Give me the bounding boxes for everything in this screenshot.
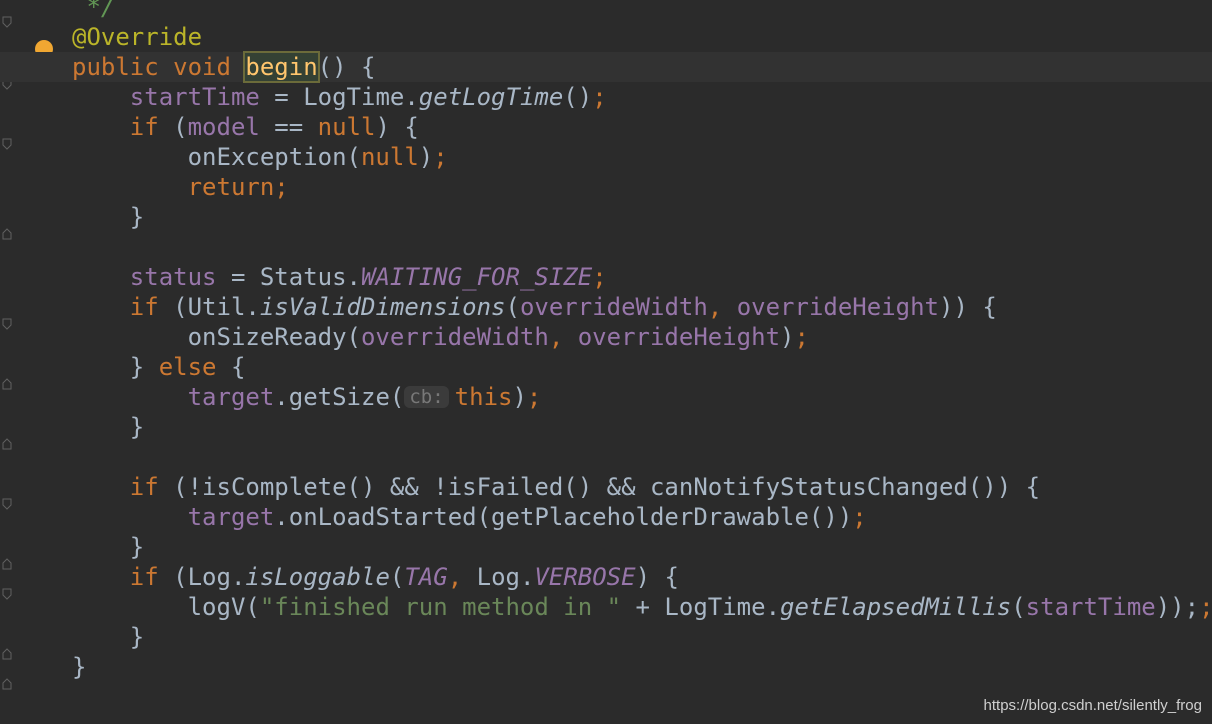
code-line: @Override	[72, 22, 1212, 52]
fold-end-icon[interactable]	[2, 438, 12, 450]
keyword: void	[173, 53, 231, 81]
watermark-text: https://blog.csdn.net/silently_frog	[983, 697, 1202, 714]
fold-marker-icon[interactable]	[2, 498, 12, 510]
annotation-text: @Override	[72, 23, 203, 51]
code-line: } else {	[129, 353, 246, 381]
fold-marker-icon[interactable]	[2, 318, 12, 330]
code-line: target.getSize(cb: this);	[187, 383, 542, 411]
fold-end-icon[interactable]	[2, 648, 12, 660]
code-line: if (Log.isLoggable(TAG, Log.VERBOSE) {	[129, 563, 679, 591]
code-line: target.onLoadStarted(getPlaceholderDrawa…	[187, 503, 867, 531]
code-line: if (Util.isValidDimensions(overrideWidth…	[129, 293, 997, 321]
editor-gutter	[0, 0, 48, 724]
code-line: if (model == null) {	[129, 113, 419, 141]
fold-end-icon[interactable]	[2, 678, 12, 690]
code-line: logV("finished run method in " + LogTime…	[187, 593, 1212, 621]
fold-end-icon[interactable]	[2, 558, 12, 570]
code-line: }	[129, 413, 145, 441]
code-line: startTime = LogTime.getLogTime();	[129, 83, 607, 111]
parameter-hint: cb:	[404, 386, 449, 408]
code-editor[interactable]: */ @Override public void begin() { start…	[0, 0, 1212, 682]
fold-end-icon[interactable]	[2, 228, 12, 240]
code-line: }	[72, 653, 87, 681]
fold-marker-icon[interactable]	[2, 588, 12, 600]
code-line-current: public void begin() {	[0, 51, 1212, 83]
string-literal: "finished run method in "	[259, 593, 622, 621]
fold-marker-icon[interactable]	[2, 138, 12, 150]
method-name-highlight[interactable]: begin	[243, 51, 320, 83]
code-line: }	[129, 623, 145, 651]
code-line: */	[72, 0, 1212, 22]
field-ref: startTime	[129, 83, 260, 111]
keyword: public	[72, 53, 159, 81]
code-line: if (!isComplete() && !isFailed() && canN…	[129, 473, 1041, 501]
code-line: }	[129, 203, 145, 231]
comment-text: */	[86, 0, 116, 21]
fold-marker-icon[interactable]	[2, 16, 12, 28]
code-line: return;	[187, 173, 289, 201]
code-line: onException(null);	[187, 143, 448, 171]
code-line: onSizeReady(overrideWidth, overrideHeigh…	[187, 323, 809, 351]
fold-end-icon[interactable]	[2, 378, 12, 390]
code-line: }	[129, 533, 145, 561]
code-line: status = Status.WAITING_FOR_SIZE;	[129, 263, 607, 291]
